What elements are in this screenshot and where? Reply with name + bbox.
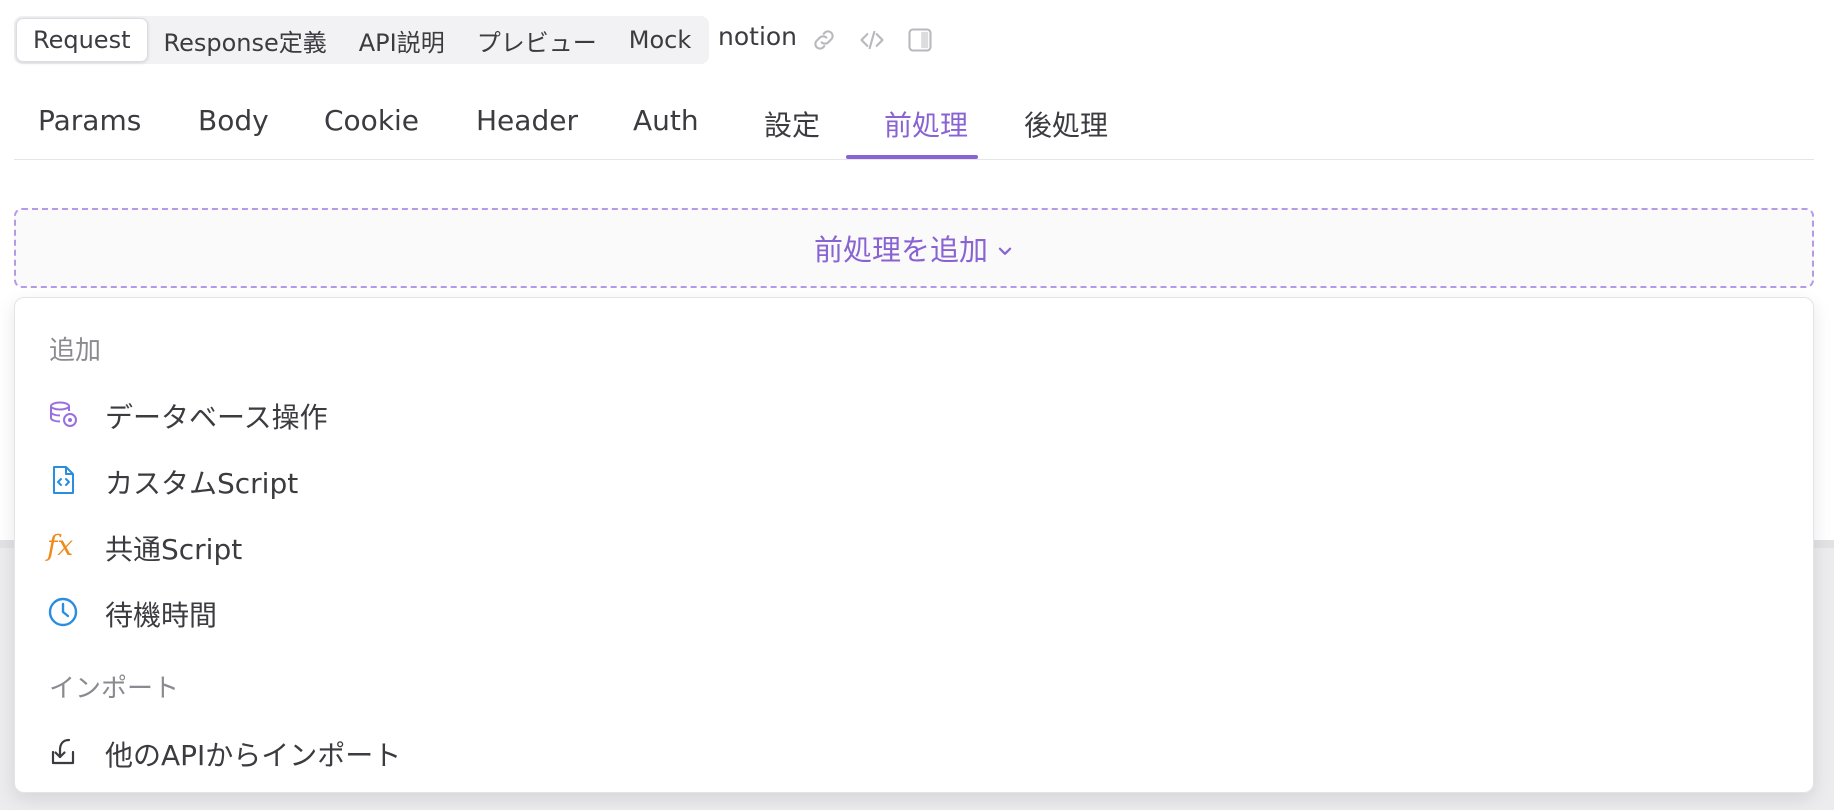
menu-item-label: 共通Script (105, 533, 243, 566)
menu-item-import-from-other-api[interactable]: 他のAPIからインポート (15, 722, 1815, 782)
menu-item-custom-script[interactable]: カスタムScript (15, 450, 1815, 510)
view-tab-request[interactable]: Request (16, 18, 148, 62)
menu-item-common-script[interactable]: fx 共通Script (15, 516, 1815, 576)
database-icon (50, 401, 77, 427)
project-name: notion (718, 22, 798, 51)
group-label-import: インポート (49, 674, 180, 704)
active-tab-indicator (846, 155, 978, 159)
view-tab-preview[interactable]: プレビュー (461, 18, 613, 62)
menu-item-label: 他のAPIからインポート (105, 739, 402, 772)
menu-item-wait-time[interactable]: 待機時間 (15, 582, 1815, 642)
code-file-icon (53, 466, 74, 494)
tab-cookie[interactable]: Cookie (324, 96, 419, 160)
import-icon (51, 738, 75, 765)
menu-item-label: データベース操作 (105, 401, 328, 434)
view-switcher: Request Response定義 API説明 プレビュー Mock (14, 16, 710, 64)
request-tabs: Params Body Cookie Header Auth 設定 前処理 後処… (14, 96, 1814, 160)
add-pre-processing-dropdown: 追加 データベース操作 カスタムScript fx 共通Script 待機時間 … (14, 297, 1814, 793)
view-tab-api-description[interactable]: API説明 (343, 18, 461, 62)
tab-auth[interactable]: Auth (633, 96, 699, 160)
view-tab-mock[interactable]: Mock (613, 18, 707, 62)
chevron-down-icon (998, 247, 1012, 255)
tab-post-processing[interactable]: 後処理 (1024, 96, 1108, 160)
add-pre-processing-label: 前処理を追加 (813, 233, 988, 267)
menu-item-database-operation[interactable]: データベース操作 (15, 384, 1815, 444)
tab-settings[interactable]: 設定 (764, 96, 820, 160)
tab-body[interactable]: Body (198, 96, 269, 160)
link-icon[interactable] (810, 26, 838, 54)
panel-toggle-icon[interactable] (906, 26, 934, 54)
add-pre-processing-button[interactable]: 前処理を追加 (14, 208, 1814, 288)
tab-params[interactable]: Params (38, 96, 141, 160)
code-icon[interactable] (858, 26, 886, 54)
tab-pre-processing[interactable]: 前処理 (884, 96, 968, 160)
fx-icon: fx (47, 529, 74, 562)
group-label-add: 追加 (49, 336, 102, 366)
view-tab-response-definition[interactable]: Response定義 (148, 18, 343, 62)
menu-item-label: カスタムScript (105, 467, 299, 500)
tab-header[interactable]: Header (476, 96, 578, 160)
menu-item-label: 待機時間 (105, 599, 218, 632)
clock-icon (48, 597, 78, 627)
